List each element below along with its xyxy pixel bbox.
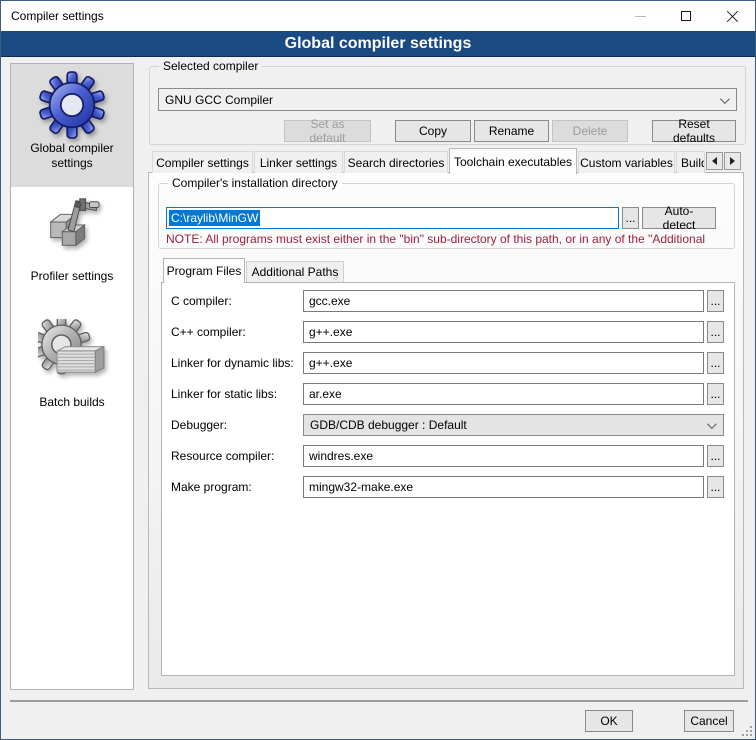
copy-button[interactable]: Copy — [395, 120, 471, 142]
gear-stack-icon — [38, 319, 106, 385]
caption-buttons — [617, 1, 755, 31]
tab-label: Build — [681, 156, 705, 170]
install-dir-note: NOTE: All programs must exist either in … — [166, 232, 748, 247]
resource-compiler-browse-button[interactable]: ... — [707, 445, 724, 467]
chevron-down-icon — [707, 419, 717, 429]
compiler-settings-window: Compiler settings Global compiler settin… — [0, 0, 756, 740]
sidebar-item-label: Batch builds — [20, 395, 124, 410]
make-program-browse-button[interactable]: ... — [707, 476, 724, 498]
tab-label: Custom variables — [580, 156, 673, 170]
dialog-banner: Global compiler settings — [1, 31, 755, 57]
linker-static-browse-button[interactable]: ... — [707, 383, 724, 405]
group-label: Compiler's installation directory — [168, 176, 342, 190]
debugger-select-value: GDB/CDB debugger : Default — [310, 418, 467, 432]
tab-search-directories[interactable]: Search directories — [344, 151, 448, 173]
caliper-icon — [41, 193, 103, 255]
banner-title: Global compiler settings — [285, 35, 472, 53]
set-as-default-button: Set as default — [284, 120, 371, 142]
subtab-program-files[interactable]: Program Files — [163, 258, 245, 283]
minimize-icon — [635, 16, 646, 17]
maximize-button[interactable] — [663, 1, 709, 31]
sidebar-item-label: Global compiler settings — [20, 141, 124, 171]
rename-button[interactable]: Rename — [474, 120, 549, 142]
group-label: Selected compiler — [159, 59, 262, 73]
field-label-make-program: Make program: — [171, 476, 252, 498]
tab-custom-variables[interactable]: Build — [676, 151, 705, 173]
install-dir-input[interactable]: C:\raylib\MinGW — [166, 207, 619, 229]
chevron-down-icon — [720, 94, 730, 104]
sidebar-item-global-compiler-settings[interactable]: Global compiler settings — [11, 64, 133, 187]
tab-compiler-settings[interactable]: Compiler settings — [152, 151, 253, 173]
title-bar: Compiler settings — [1, 1, 755, 31]
resource-compiler-input[interactable] — [303, 445, 704, 467]
field-label-linker-static: Linker for static libs: — [171, 383, 277, 405]
linker-static-input[interactable] — [303, 383, 704, 405]
tab-toolchain-executables[interactable]: Toolchain executables — [449, 148, 577, 174]
compiler-select-value: GNU GCC Compiler — [165, 93, 273, 107]
tab-scroll-left-button[interactable] — [706, 152, 723, 170]
resize-grip[interactable] — [742, 726, 752, 736]
footer-separator — [10, 700, 748, 702]
subtab-additional-paths[interactable]: Additional Paths — [246, 261, 344, 282]
tab-build-truncated[interactable]: Custom variables — [578, 151, 675, 173]
c-compiler-browse-button[interactable]: ... — [707, 290, 724, 312]
field-label-c-compiler: C compiler: — [171, 290, 232, 312]
linker-dynamic-input[interactable] — [303, 352, 704, 374]
ok-button[interactable]: OK — [585, 710, 633, 732]
minimize-button — [617, 1, 663, 31]
install-dir-browse-button[interactable]: ... — [622, 207, 639, 229]
compiler-select[interactable]: GNU GCC Compiler — [158, 88, 737, 111]
close-icon — [726, 10, 739, 23]
close-button[interactable] — [709, 1, 755, 31]
auto-detect-button[interactable]: Auto-detect — [642, 207, 716, 229]
field-label-resource-compiler: Resource compiler: — [171, 445, 274, 467]
blue-gear-icon — [38, 71, 106, 139]
debugger-select[interactable]: GDB/CDB debugger : Default — [303, 414, 724, 436]
c-compiler-input[interactable] — [303, 290, 704, 312]
tab-scroll-right-button[interactable] — [724, 152, 741, 170]
make-program-input[interactable] — [303, 476, 704, 498]
settings-category-list: Global compiler settings — [10, 63, 134, 690]
field-label-linker-dynamic: Linker for dynamic libs: — [171, 352, 294, 374]
delete-button: Delete — [552, 120, 628, 142]
arrow-left-icon — [712, 157, 717, 165]
window-title: Compiler settings — [1, 9, 104, 23]
field-label-cpp-compiler: C++ compiler: — [171, 321, 246, 343]
arrow-right-icon — [730, 157, 735, 165]
install-dir-selected-text: C:\raylib\MinGW — [169, 210, 260, 226]
field-label-debugger: Debugger: — [171, 414, 227, 436]
sidebar-item-batch-builds[interactable]: Batch builds — [11, 319, 133, 469]
sidebar-item-label: Profiler settings — [20, 269, 124, 284]
tab-linker-settings[interactable]: Linker settings — [254, 151, 343, 173]
sidebar-item-profiler-settings[interactable]: Profiler settings — [11, 187, 133, 319]
linker-dynamic-browse-button[interactable]: ... — [707, 352, 724, 374]
cancel-button[interactable]: Cancel — [684, 710, 734, 732]
cpp-compiler-input[interactable] — [303, 321, 704, 343]
cpp-compiler-browse-button[interactable]: ... — [707, 321, 724, 343]
reset-defaults-button[interactable]: Reset defaults — [652, 120, 736, 142]
maximize-icon — [681, 11, 691, 21]
